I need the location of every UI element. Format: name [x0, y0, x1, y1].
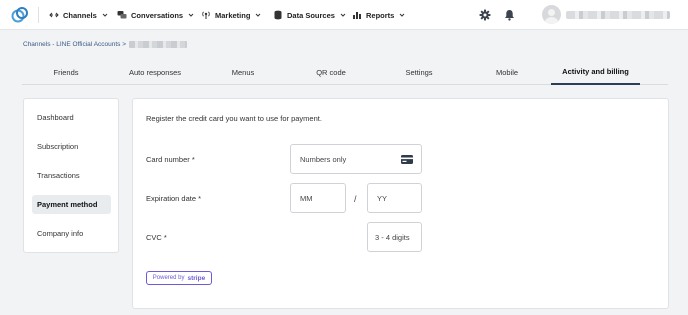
- top-navigation-bar: Channels Conversations Marketing Data So…: [0, 0, 688, 30]
- sidebar-item-dashboard[interactable]: Dashboard: [32, 108, 111, 127]
- powered-by-text: Powered by: [152, 275, 185, 281]
- chevron-down-icon: [340, 12, 346, 18]
- notification-bell-icon[interactable]: [503, 8, 516, 21]
- tab-settings[interactable]: Settings: [376, 60, 462, 85]
- card-number-label: Card number *: [146, 155, 195, 164]
- stripe-logo-text: stripe: [187, 274, 206, 282]
- nav-conversations-label: Conversations: [131, 10, 184, 20]
- avatar-head-shape: [548, 9, 555, 16]
- cvc-placeholder: 3 - 4 digits: [375, 232, 410, 242]
- payment-intro-text: Register the credit card you want to use…: [146, 114, 322, 123]
- nav-marketing[interactable]: Marketing: [201, 0, 261, 30]
- expiration-date-label: Expiration date *: [146, 194, 202, 203]
- app-logo-icon[interactable]: [11, 6, 29, 24]
- link-icon: [49, 10, 59, 20]
- billing-sidebar: Dashboard Subscription Transactions Paym…: [23, 98, 119, 253]
- chevron-down-icon: [188, 12, 194, 18]
- expiration-year-field[interactable]: YY: [367, 183, 422, 213]
- chevron-down-icon: [102, 12, 108, 18]
- sidebar-item-company-info[interactable]: Company info: [32, 224, 111, 243]
- settings-gear-icon[interactable]: [478, 8, 491, 21]
- nav-data-sources[interactable]: Data Sources: [273, 0, 346, 30]
- database-icon: [273, 10, 283, 20]
- breadcrumb-link[interactable]: Channels - LINE Official Accounts >: [23, 41, 126, 48]
- nav-conversations[interactable]: Conversations: [117, 0, 194, 30]
- sidebar-item-subscription[interactable]: Subscription: [32, 137, 111, 156]
- nav-channels-label: Channels: [63, 10, 97, 20]
- cvc-label: CVC *: [146, 233, 167, 242]
- bar-chart-icon: [352, 10, 362, 20]
- nav-divider: [38, 7, 39, 23]
- avatar-body-shape: [545, 17, 558, 24]
- breadcrumb-account-redacted: [129, 41, 188, 48]
- broadcast-icon: [201, 10, 211, 20]
- sidebar-item-payment-method[interactable]: Payment method: [32, 195, 111, 214]
- tab-qr-code[interactable]: QR code: [288, 60, 374, 85]
- tab-friends[interactable]: Friends: [22, 60, 110, 85]
- nav-channels[interactable]: Channels: [49, 0, 108, 30]
- cvc-field[interactable]: 3 - 4 digits: [367, 222, 422, 252]
- tab-mobile[interactable]: Mobile: [464, 60, 550, 85]
- chat-bubbles-icon: [117, 10, 127, 20]
- month-placeholder: MM: [300, 193, 313, 203]
- payment-method-panel: Register the credit card you want to use…: [132, 98, 669, 309]
- chevron-down-icon: [255, 12, 261, 18]
- credit-card-icon: [401, 155, 413, 164]
- user-name-redacted[interactable]: ████████: [566, 11, 670, 19]
- year-placeholder: YY: [377, 193, 388, 203]
- card-number-placeholder: Numbers only: [300, 154, 347, 164]
- chevron-down-icon: [399, 12, 405, 18]
- nav-reports[interactable]: Reports: [352, 0, 405, 30]
- tab-auto-responses[interactable]: Auto responses: [112, 60, 198, 85]
- breadcrumb: Channels - LINE Official Accounts >: [23, 41, 188, 48]
- channel-tabs: Friends Auto responses Menus QR code Set…: [22, 60, 668, 85]
- tab-menus[interactable]: Menus: [200, 60, 286, 85]
- tab-activity-and-billing[interactable]: Activity and billing: [551, 60, 640, 85]
- date-separator: /: [354, 194, 357, 204]
- card-number-field[interactable]: Numbers only: [290, 144, 422, 174]
- powered-by-stripe-badge[interactable]: Powered by stripe: [146, 271, 212, 285]
- nav-reports-label: Reports: [366, 10, 395, 20]
- sidebar-item-transactions[interactable]: Transactions: [32, 166, 111, 185]
- user-avatar[interactable]: [542, 5, 561, 24]
- nav-data-sources-label: Data Sources: [287, 10, 335, 20]
- expiration-month-field[interactable]: MM: [290, 183, 346, 213]
- nav-marketing-label: Marketing: [215, 10, 251, 20]
